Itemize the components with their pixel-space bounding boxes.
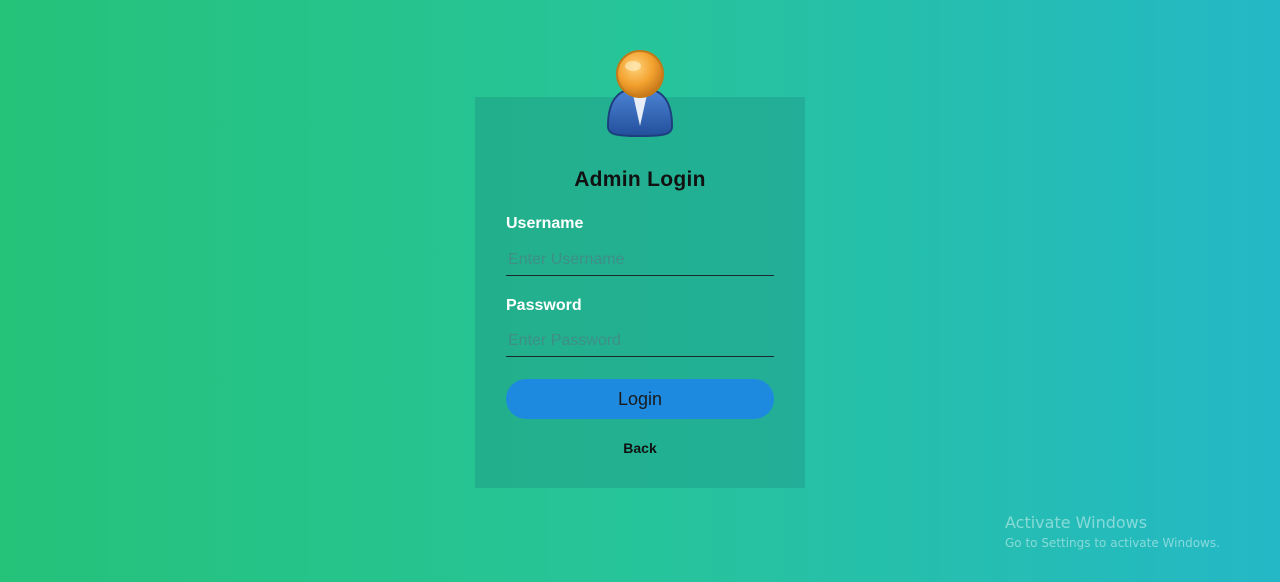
login-button[interactable]: Login [506, 379, 774, 419]
username-label: Username [506, 215, 584, 232]
login-panel [475, 97, 805, 488]
password-label: Password [506, 297, 582, 314]
watermark-subtitle: Go to Settings to activate Windows. [1005, 536, 1220, 550]
page-title: Admin Login [574, 168, 706, 191]
back-link[interactable]: Back [475, 440, 805, 456]
password-input[interactable] [506, 325, 774, 357]
activate-windows-watermark: Activate Windows Go to Settings to activ… [1005, 513, 1220, 550]
user-avatar-icon [606, 50, 674, 138]
watermark-title: Activate Windows [1005, 513, 1148, 532]
username-input[interactable] [506, 244, 774, 276]
